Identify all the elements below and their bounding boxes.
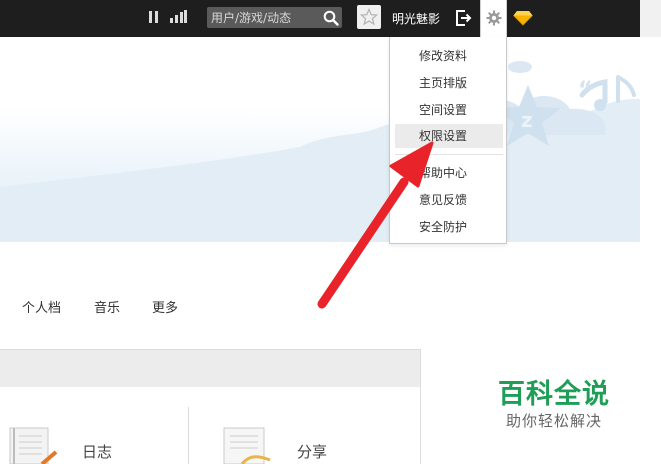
username-link[interactable]: 明光魅影 [392,10,440,27]
vip-diamond-icon[interactable] [513,10,533,26]
search-icon[interactable] [323,10,339,26]
search-box [207,7,342,28]
watermark-subtitle: 助你轻松解决 [505,412,602,430]
gear-icon [486,10,502,26]
panel-divider [188,407,189,464]
menu-item-edit-profile[interactable]: 修改资料 [395,44,503,68]
menu-item-space-settings[interactable]: 空间设置 [395,98,503,122]
watermark-title: 百科全说 [498,379,610,410]
menu-item-help-center[interactable]: 帮助中心 [395,161,503,185]
signal-bars-icon[interactable] [170,10,187,23]
svg-text:“: “ [578,78,592,103]
star-icon [360,8,378,26]
diary-label[interactable]: 日志 [82,441,112,462]
menu-divider [395,154,503,155]
svg-text:z: z [521,108,533,132]
search-input[interactable] [207,7,319,28]
logout-icon[interactable] [454,9,472,27]
nav-item-music[interactable]: 音乐 [94,297,120,316]
menu-item-permission-settings[interactable]: 权限设置 [395,124,503,148]
banner-decoration: z “ [0,61,640,242]
top-bar: 明光魅影 [0,0,661,38]
profile-banner: z “ [0,37,640,242]
menu-item-feedback[interactable]: 意见反馈 [395,188,503,212]
share-label[interactable]: 分享 [297,441,327,462]
pause-icon[interactable] [149,11,159,23]
content-panel [0,387,421,464]
nav-item-profile[interactable]: 个人档 [22,297,61,316]
favorite-button[interactable] [357,5,381,29]
watermark: 百科全说 助你轻松解决 [471,358,637,438]
topbar-edge [640,0,661,37]
settings-button[interactable] [480,0,507,38]
menu-item-homepage-layout[interactable]: 主页排版 [395,71,503,95]
content-panel-header [0,349,421,387]
menu-item-security[interactable]: 安全防护 [395,215,503,239]
settings-dropdown-menu: 修改资料 主页排版 空间设置 权限设置 帮助中心 意见反馈 安全防护 [389,37,507,244]
share-icon[interactable] [220,424,272,464]
nav-item-more[interactable]: 更多 [152,297,178,316]
profile-nav: 个人档 音乐 更多 [0,288,640,322]
diary-icon[interactable] [6,424,58,464]
